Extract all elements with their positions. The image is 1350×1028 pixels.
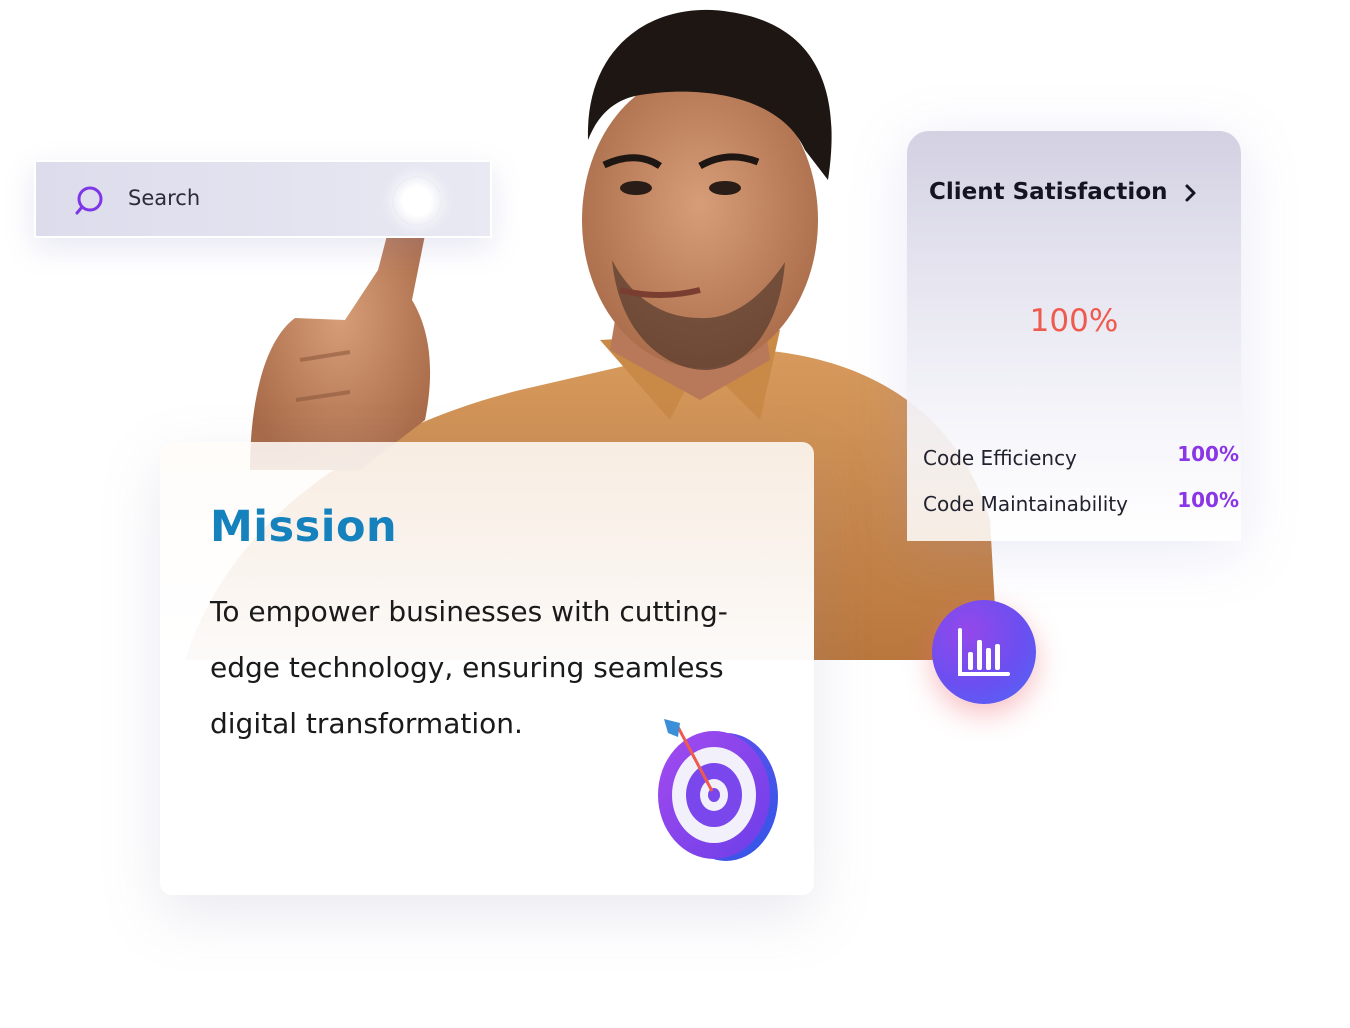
metric-label: Code Maintainability [923, 492, 1128, 516]
metric-value: 100% [1177, 488, 1239, 512]
metric-row-code-efficiency: Code Efficiency 100% [923, 442, 1239, 476]
target-icon [658, 719, 778, 861]
metric-row-code-maintainability: Code Maintainability 100% [923, 488, 1239, 522]
stats-title: Client Satisfaction [929, 179, 1168, 205]
search-label: Search [128, 186, 201, 210]
tap-indicator [392, 176, 442, 226]
mission-card: Mission To empower businesses with cutti… [160, 442, 814, 895]
metric-value: 100% [1177, 442, 1239, 466]
search-icon [75, 186, 103, 215]
metric-label: Code Efficiency [923, 446, 1077, 470]
chevron-right-icon[interactable] [1180, 182, 1202, 204]
satisfaction-value: 100% [1029, 303, 1119, 339]
chart-button[interactable] [932, 600, 1036, 704]
bar-chart-icon [958, 628, 1010, 676]
mission-title: Mission [210, 502, 398, 552]
client-satisfaction-card: Client Satisfaction 100% Code Efficiency… [907, 131, 1241, 541]
